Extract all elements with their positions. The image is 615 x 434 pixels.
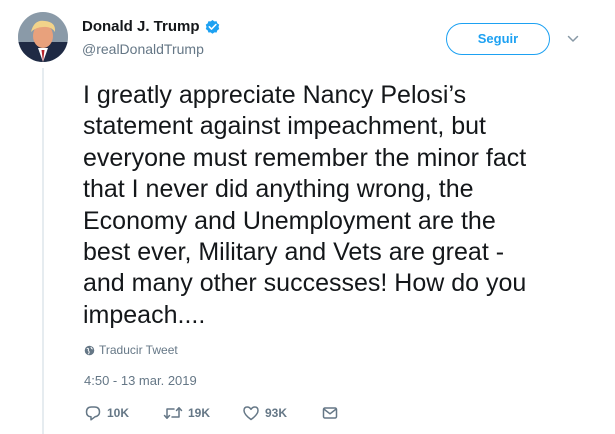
tweet-text-line: and many other successes! How do you bbox=[83, 269, 527, 298]
tweet-text-line: statement against impeachment, but bbox=[83, 112, 487, 141]
reply-button[interactable]: 10K bbox=[84, 404, 163, 422]
retweet-count: 19K bbox=[188, 406, 211, 420]
tweet-text-line: Economy and Unemployment are the bbox=[83, 206, 496, 235]
user-handle[interactable]: @realDonaldTrump bbox=[82, 41, 204, 57]
display-name-text: Donald J. Trump bbox=[82, 18, 200, 35]
reply-icon bbox=[85, 406, 101, 421]
tweet-timestamp[interactable]: 4:50 - 13 mar. 2019 bbox=[84, 373, 197, 388]
reply-count: 10K bbox=[107, 406, 130, 420]
chevron-down-icon[interactable] bbox=[566, 32, 580, 46]
display-name[interactable]: Donald J. Trump bbox=[82, 18, 221, 35]
thread-line bbox=[42, 68, 44, 434]
tweet-text-line: everyone must remember the minor fact bbox=[83, 143, 527, 172]
translate-tweet-link[interactable]: Traducir Tweet bbox=[84, 343, 178, 357]
translate-tweet-label: Traducir Tweet bbox=[99, 343, 178, 357]
globe-icon bbox=[84, 345, 95, 356]
avatar-portrait-icon bbox=[18, 12, 68, 62]
like-count: 93K bbox=[265, 406, 288, 420]
verified-badge-icon bbox=[204, 18, 221, 35]
tweet-text-line: that I never did anything wrong, the bbox=[83, 175, 474, 204]
like-button[interactable]: 93K bbox=[242, 404, 321, 422]
heart-icon bbox=[243, 406, 259, 421]
follow-button[interactable]: Seguir bbox=[446, 23, 550, 55]
tweet-text-line: impeach.... bbox=[83, 300, 206, 329]
direct-message-button[interactable] bbox=[321, 404, 341, 422]
tweet-card: Donald J. Trump @realDonaldTrump Seguir … bbox=[0, 0, 615, 434]
retweet-button[interactable]: 19K bbox=[163, 404, 242, 422]
envelope-icon bbox=[322, 407, 338, 419]
tweet-actions: 10K 19K 93K bbox=[84, 404, 341, 422]
tweet-text: I greatly appreciate Nancy Pelosi’s stat… bbox=[83, 80, 603, 331]
retweet-icon bbox=[163, 407, 183, 419]
tweet-text-line: best ever, Military and Vets are great - bbox=[83, 238, 505, 267]
tweet-text-line: I greatly appreciate Nancy Pelosi’s bbox=[83, 81, 467, 109]
avatar[interactable] bbox=[18, 12, 68, 62]
